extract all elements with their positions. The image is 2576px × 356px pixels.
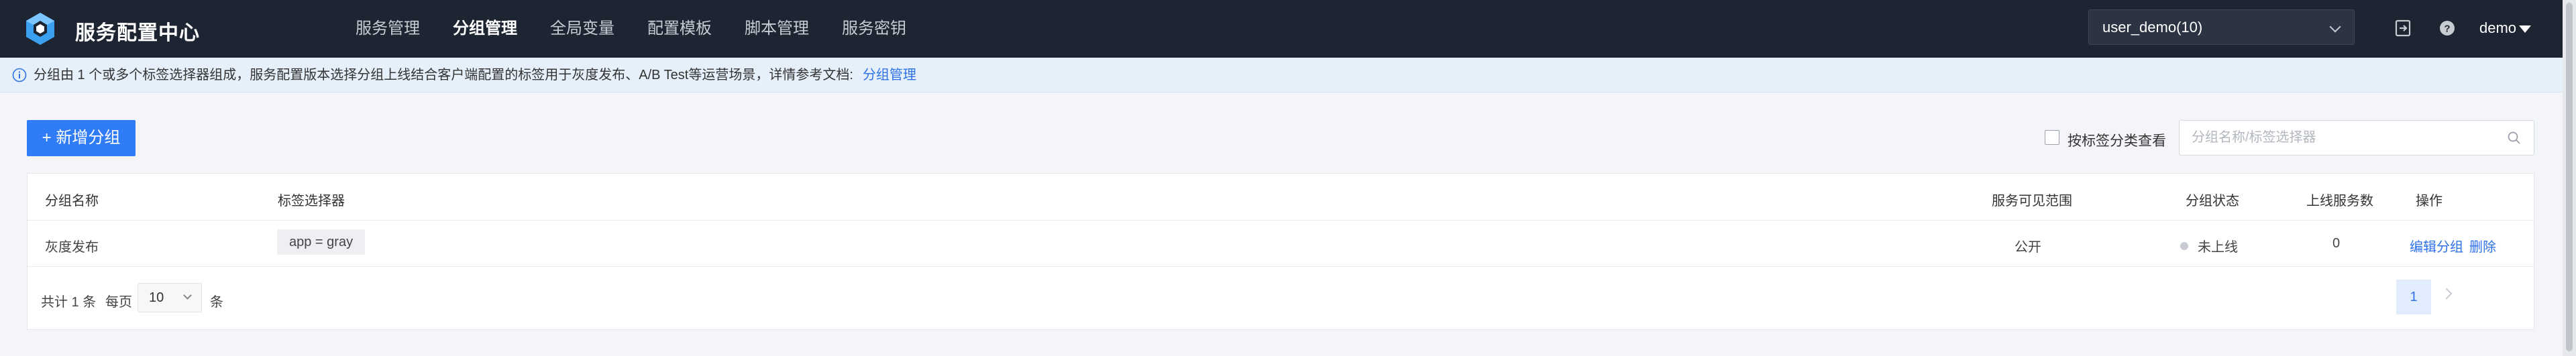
page-number-current[interactable]: 1 bbox=[2396, 280, 2431, 314]
search-input[interactable] bbox=[2180, 121, 2488, 154]
help-icon[interactable]: ? bbox=[2438, 19, 2457, 38]
status-dot-icon bbox=[2180, 242, 2188, 250]
column-header-actions: 操作 bbox=[2416, 194, 2443, 209]
main-nav: 服务管理 分组管理 全局变量 配置模板 脚本管理 服务密钥 bbox=[356, 0, 939, 58]
top-navigation-bar: 服务配置中心 服务管理 分组管理 全局变量 配置模板 脚本管理 服务密钥 use… bbox=[0, 0, 2563, 58]
per-page-label: 每页 bbox=[105, 295, 132, 310]
page-size-select[interactable]: 10 bbox=[138, 283, 202, 312]
chevron-down-icon bbox=[183, 291, 192, 300]
caret-down-icon[interactable] bbox=[2519, 25, 2531, 33]
table-row: 灰度发布 app = gray 公开 未上线 0 编辑分组 删除 bbox=[28, 221, 2534, 267]
edit-group-link[interactable]: 编辑分组 bbox=[2410, 236, 2463, 255]
notice-doc-link[interactable]: 分组管理 bbox=[863, 68, 916, 82]
online-count-cell: 0 bbox=[2332, 236, 2341, 251]
nav-item-global-vars[interactable]: 全局变量 bbox=[550, 0, 614, 58]
group-name-cell: 灰度发布 bbox=[45, 240, 99, 255]
nav-item-service-key[interactable]: 服务密钥 bbox=[842, 0, 906, 58]
column-header-name: 分组名称 bbox=[45, 194, 99, 209]
delete-group-link[interactable]: 删除 bbox=[2469, 236, 2496, 255]
next-page-icon[interactable] bbox=[2440, 288, 2453, 300]
namespace-select[interactable]: user_demo(10) bbox=[2088, 9, 2355, 45]
status-cell: 未上线 bbox=[2198, 240, 2238, 255]
table-header: 分组名称 标签选择器 服务可见范围 分组状态 上线服务数 操作 bbox=[28, 174, 2534, 221]
scope-cell: 公开 bbox=[2015, 240, 2041, 255]
total-count: 共计 1 条 bbox=[41, 295, 97, 310]
nav-item-group[interactable]: 分组管理 bbox=[453, 0, 517, 58]
page-scrollbar[interactable] bbox=[2563, 0, 2576, 356]
info-icon bbox=[12, 68, 27, 82]
nav-item-script[interactable]: 脚本管理 bbox=[745, 0, 809, 58]
document-export-icon[interactable] bbox=[2394, 19, 2412, 38]
notice-text: 分组由 1 个或多个标签选择器组成，服务配置版本选择分组上线结合客户端配置的标签… bbox=[34, 68, 853, 82]
add-group-button[interactable]: + 新增分组 bbox=[27, 120, 136, 156]
group-table: 分组名称 标签选择器 服务可见范围 分组状态 上线服务数 操作 灰度发布 app… bbox=[27, 173, 2534, 330]
column-header-status: 分组状态 bbox=[2186, 194, 2239, 209]
chevron-down-icon bbox=[2329, 21, 2341, 33]
group-by-tag-checkbox[interactable] bbox=[2045, 130, 2059, 145]
nav-item-service[interactable]: 服务管理 bbox=[356, 0, 420, 58]
page-size-value: 10 bbox=[149, 290, 164, 305]
namespace-select-value: user_demo(10) bbox=[2102, 19, 2203, 36]
column-header-online-count: 上线服务数 bbox=[2306, 194, 2373, 209]
logo-icon bbox=[26, 13, 54, 45]
label-selector-tag: app = gray bbox=[277, 229, 366, 255]
nav-item-config-template[interactable]: 配置模板 bbox=[647, 0, 712, 58]
user-menu[interactable]: demo bbox=[2479, 19, 2516, 37]
column-header-selector: 标签选择器 bbox=[278, 194, 345, 209]
per-page-unit: 条 bbox=[210, 295, 223, 310]
search-icon[interactable] bbox=[2507, 131, 2522, 145]
scrollbar-thumb[interactable] bbox=[2566, 3, 2573, 351]
info-notice: 分组由 1 个或多个标签选择器组成，服务配置版本选择分组上线结合客户端配置的标签… bbox=[0, 58, 2563, 93]
svg-text:?: ? bbox=[2444, 23, 2450, 35]
brand-title: 服务配置中心 bbox=[75, 22, 200, 44]
column-header-scope: 服务可见范围 bbox=[1992, 194, 2072, 209]
table-footer: 共计 1 条 每页 10 条 1 bbox=[28, 267, 2534, 331]
group-by-tag-label: 按标签分类查看 bbox=[2068, 133, 2166, 149]
search-field[interactable] bbox=[2179, 120, 2534, 156]
